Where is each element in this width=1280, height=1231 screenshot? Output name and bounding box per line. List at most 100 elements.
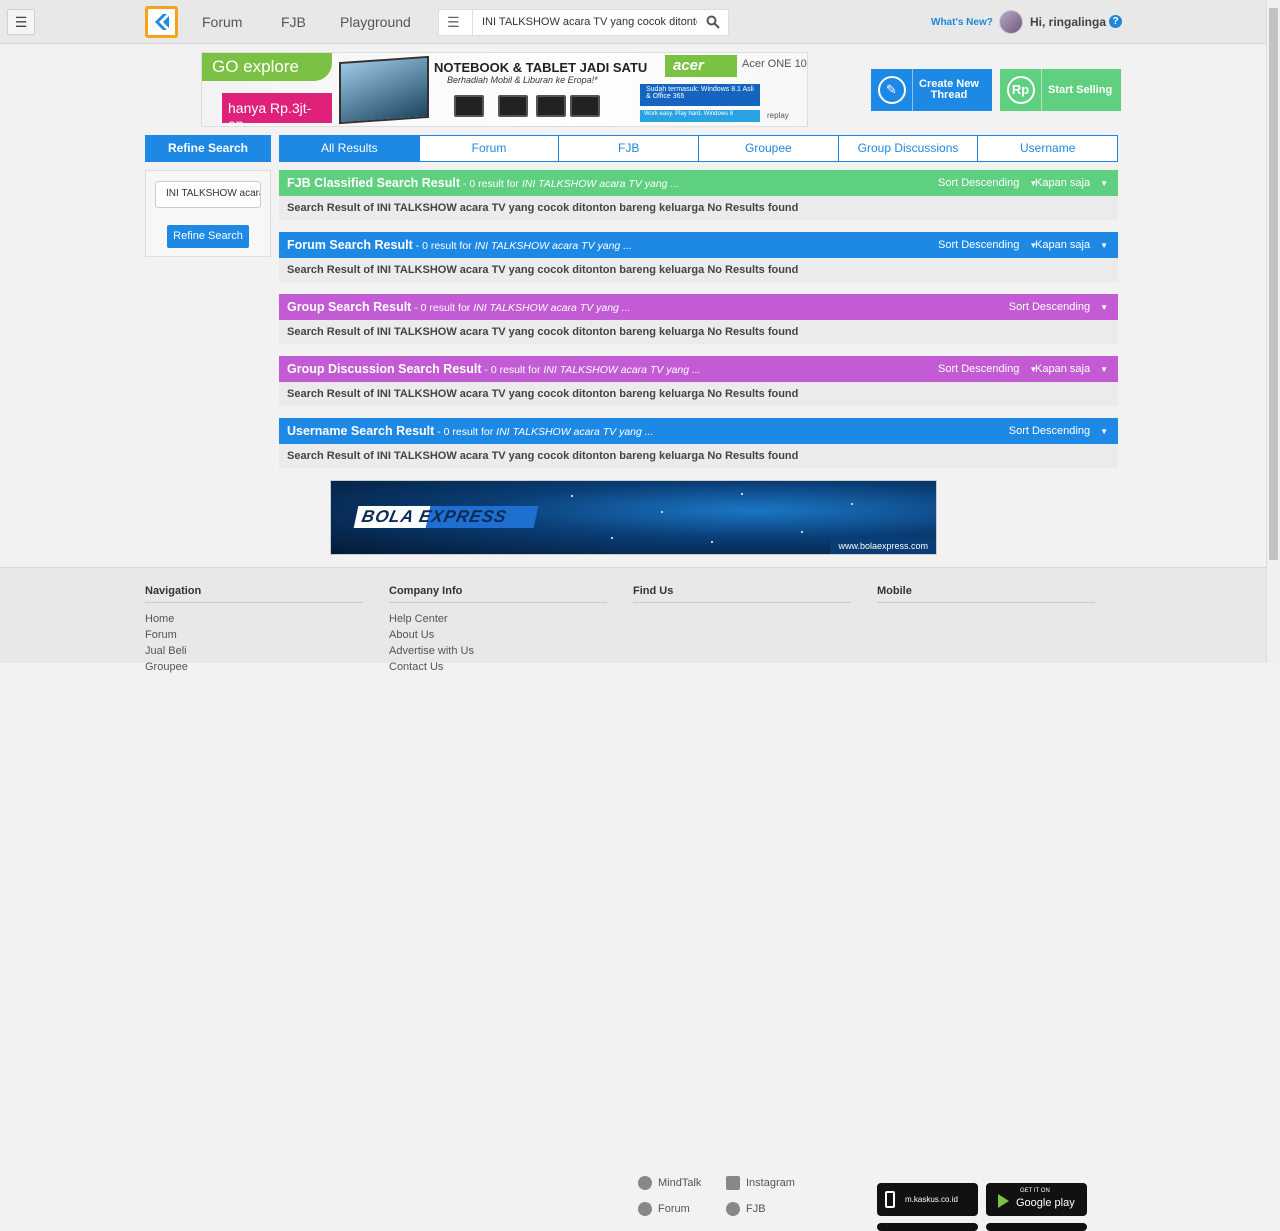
footer-link-advertise[interactable]: Advertise with Us [389, 643, 607, 659]
google-play-badge[interactable]: GET IT ON Google play [986, 1183, 1087, 1216]
time-filter-dropdown[interactable]: Kapan saja ▼ [1035, 363, 1108, 375]
sort-dropdown[interactable]: Sort Descending ▼ [1009, 425, 1108, 437]
tab-forum[interactable]: Forum [420, 136, 560, 161]
result-query: INI TALKSHOW acara TV yang ... [474, 240, 632, 252]
sort-label: Sort Descending [938, 363, 1020, 375]
time-filter-dropdown[interactable]: Kapan saja ▼ [1035, 239, 1108, 251]
search-divider [472, 10, 473, 35]
find-us-fjb-twitter[interactable]: FJB [726, 1202, 766, 1216]
result-query: INI TALKSHOW acara TV yang ... [496, 426, 654, 438]
kaskus-logo[interactable] [145, 6, 178, 38]
app-store-badge[interactable] [877, 1223, 978, 1231]
rupiah-icon-label: Rp [1006, 76, 1035, 104]
caret-down-icon: ▼ [1100, 303, 1108, 312]
caret-down-icon: ▼ [1100, 179, 1108, 188]
footer-link-forum[interactable]: Forum [145, 627, 363, 643]
create-thread-label: Create New Thread [919, 69, 979, 111]
create-new-thread-button[interactable]: ✎ Create New Thread [871, 69, 992, 111]
footer-link-groupee[interactable]: Groupee [145, 659, 363, 675]
nav-fjb-link[interactable]: FJB [281, 14, 306, 30]
time-label: Kapan saja [1035, 177, 1091, 189]
search-category-menu-icon[interactable]: ☰ [447, 14, 460, 31]
refine-search-input[interactable]: INI TALKSHOW acara TV [155, 181, 261, 208]
sort-dropdown[interactable]: Sort Descending ▼ [1009, 301, 1108, 313]
sort-label: Sort Descending [938, 177, 1020, 189]
phone-icon [885, 1191, 895, 1208]
result-query: INI TALKSHOW acara TV yang ... [521, 178, 680, 190]
section-header: Forum Search Result - 0 result for INI T… [279, 232, 1118, 258]
top-navigation-bar: ☰ Forum FJB Playground ☰ INI TALKSHOW ac… [0, 0, 1280, 44]
windows-tagline: Work easy. Play hard. Windows 8 [640, 110, 760, 122]
page-footer: Navigation Home Forum Jual Beli Groupee … [0, 567, 1266, 1231]
section-title-text: Username Search Result [287, 424, 435, 438]
google-play-label: Google play [1016, 1197, 1075, 1209]
nav-playground-link[interactable]: Playground [340, 14, 411, 30]
sort-dropdown[interactable]: Sort Descending ▼ [938, 363, 1037, 375]
acer-advertisement-banner[interactable]: GO explore hanya Rp.3jt-an NOTEBOOK & TA… [201, 52, 808, 127]
sort-label: Sort Descending [1008, 301, 1091, 313]
tab-username[interactable]: Username [978, 136, 1117, 161]
find-us-forum-twitter[interactable]: Forum [638, 1202, 690, 1216]
footer-company-info: Company Info Help Center About Us Advert… [389, 585, 607, 675]
caret-down-icon: ▼ [1100, 365, 1108, 374]
kaskus-k-icon [154, 14, 169, 30]
footer-find-us-title: Find Us [633, 585, 851, 603]
section-title-text: Group Discussion Search Result [287, 362, 482, 376]
footer-link-contact-us[interactable]: Contact Us [389, 659, 607, 675]
help-icon[interactable]: ? [1109, 15, 1122, 28]
bola-express-url: www.bolaexpress.com [830, 538, 936, 554]
windows-store-badge[interactable] [986, 1223, 1087, 1231]
footer-mobile-title: Mobile [877, 585, 1095, 603]
scrollbar-thumb[interactable] [1269, 8, 1278, 560]
footer-mobile: Mobile [877, 585, 1095, 611]
nav-forum-link[interactable]: Forum [202, 14, 242, 30]
result-query: INI TALKSHOW acara TV yang ... [543, 364, 701, 376]
section-header: Group Search Result - 0 result for INI T… [279, 294, 1118, 320]
tab-groupee[interactable]: Groupee [699, 136, 839, 161]
user-avatar[interactable] [999, 10, 1023, 34]
section-title-text: FJB Classified Search Result [287, 176, 460, 190]
footer-link-help-center[interactable]: Help Center [389, 611, 607, 627]
result-count: - 0 result for [412, 240, 475, 252]
find-us-instagram[interactable]: Instagram [726, 1176, 795, 1190]
time-filter-dropdown[interactable]: Kapan saja ▼ [1035, 177, 1108, 189]
group-discussion-results-section: Group Discussion Search Result - 0 resul… [279, 356, 1118, 406]
footer-link-about-us[interactable]: About Us [389, 627, 607, 643]
acer-brand-logo: acer [665, 55, 737, 77]
fjb-twitter-label: FJB [746, 1203, 766, 1215]
hamburger-menu-button[interactable]: ☰ [7, 9, 35, 35]
refine-search-button[interactable]: Refine Search [167, 225, 249, 248]
global-search-input[interactable]: INI TALKSHOW acara TV yang cocok ditonto… [482, 16, 697, 28]
username-results-section: Username Search Result - 0 result for IN… [279, 418, 1118, 468]
forum-twitter-label: Forum [658, 1203, 690, 1215]
footer-link-jual-beli[interactable]: Jual Beli [145, 643, 363, 659]
bola-express-advertisement[interactable]: BOLA EXPRESS www.bolaexpress.com [330, 480, 937, 555]
page-scrollbar[interactable] [1266, 0, 1280, 663]
caret-down-icon: ▼ [1100, 241, 1108, 250]
tab-fjb[interactable]: FJB [559, 136, 700, 161]
tab-all-results[interactable]: All Results [280, 136, 420, 161]
whats-new-link[interactable]: What's New? [931, 17, 993, 28]
footer-company-title: Company Info [389, 585, 607, 603]
find-us-mindtalk[interactable]: MindTalk [638, 1176, 701, 1190]
sort-dropdown[interactable]: Sort Descending ▼ [938, 177, 1037, 189]
kaskus-mobile-label: m.kaskus.co.id [905, 1195, 958, 1204]
tab-group-discussions[interactable]: Group Discussions [839, 136, 979, 161]
search-icon[interactable] [706, 15, 720, 29]
kaskus-mobile-badge[interactable]: m.kaskus.co.id [877, 1183, 978, 1216]
footer-navigation-title: Navigation [145, 585, 363, 603]
footer-link-home[interactable]: Home [145, 611, 363, 627]
no-results-message: Search Result of INI TALKSHOW acara TV y… [279, 382, 1118, 406]
forum-results-section: Forum Search Result - 0 result for INI T… [279, 232, 1118, 282]
result-count: - 0 result for [459, 178, 522, 190]
result-count: - 0 result for [481, 364, 544, 376]
result-count: - 0 result for [411, 302, 474, 314]
no-results-message: Search Result of INI TALKSHOW acara TV y… [279, 258, 1118, 282]
start-selling-button[interactable]: Rp Start Selling [1000, 69, 1121, 111]
section-header: FJB Classified Search Result - 0 result … [279, 170, 1118, 196]
pencil-icon: ✎ [871, 69, 913, 111]
sort-label: Sort Descending [1008, 425, 1091, 437]
sort-dropdown[interactable]: Sort Descending ▼ [938, 239, 1037, 251]
mindtalk-icon [638, 1176, 652, 1190]
user-greeting[interactable]: Hi, ringalinga [1030, 15, 1106, 29]
